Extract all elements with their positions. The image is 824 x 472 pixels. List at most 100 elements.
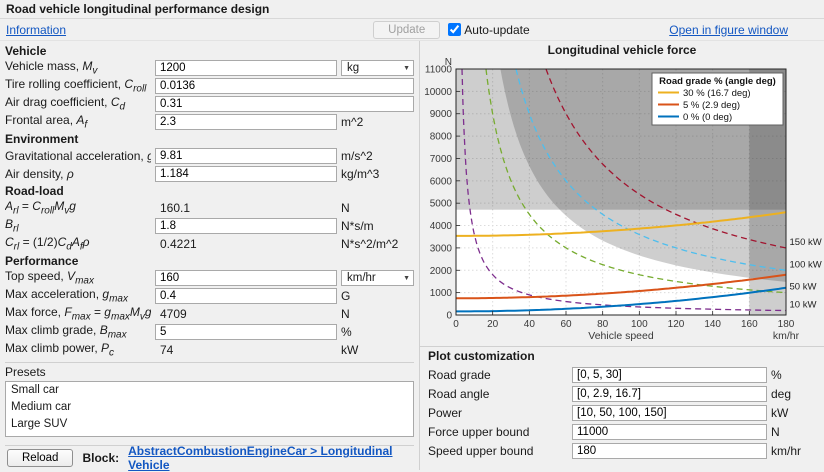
chart-title: Longitudinal vehicle force	[420, 41, 824, 58]
svg-text:8000: 8000	[430, 132, 453, 143]
label-b-rl: Brl	[5, 217, 151, 234]
value-a-rl: 160.1	[155, 201, 337, 215]
svg-text:0: 0	[446, 311, 452, 322]
svg-text:60: 60	[560, 319, 572, 330]
plot-customization-title: Plot customization	[420, 347, 824, 365]
input-power[interactable]	[572, 405, 767, 421]
unit-speed-upper-bound: km/hr	[771, 444, 824, 458]
svg-text:0 % (0 deg): 0 % (0 deg)	[683, 112, 732, 123]
form-row-tire-rolling-coefficient: Tire rolling coefficient, Croll	[5, 77, 414, 95]
dropdown-top-speed[interactable]: km/hr▼	[341, 270, 414, 286]
label-road-angle: Road angle	[428, 387, 568, 401]
update-button[interactable]: Update	[373, 21, 440, 39]
svg-text:6000: 6000	[430, 176, 453, 187]
unit-force-upper-bound: N	[771, 425, 824, 439]
label-frontal-area: Frontal area, Af	[5, 113, 151, 130]
svg-text:120: 120	[668, 319, 685, 330]
reload-button[interactable]: Reload	[7, 449, 73, 467]
svg-text:7000: 7000	[430, 154, 453, 165]
plot-panel: Longitudinal vehicle force 0204060801001…	[420, 41, 824, 470]
unit-road-angle: deg	[771, 387, 824, 401]
svg-text:2000: 2000	[430, 266, 453, 277]
input-speed-upper-bound[interactable]	[572, 443, 767, 459]
input-frontal-area[interactable]	[155, 114, 337, 130]
svg-text:40: 40	[524, 319, 536, 330]
preset-item-0[interactable]: Small car	[6, 382, 413, 399]
input-tire-rolling-coefficient[interactable]	[155, 78, 414, 94]
input-force-upper-bound[interactable]	[572, 424, 767, 440]
form-row-max-force: Max force, Fmax = gmaxMvg4709N	[5, 305, 414, 323]
input-vehicle-mass[interactable]	[155, 60, 337, 76]
form-row-air-drag-coefficient: Air drag coefficient, Cd	[5, 95, 414, 113]
preset-item-1[interactable]: Medium car	[6, 399, 413, 416]
form-row-a-rl: Arl = CrollMvg160.1N	[5, 199, 414, 217]
form-row-b-rl: Brl N*s/m	[5, 217, 414, 235]
svg-text:180: 180	[778, 319, 795, 330]
form-row-frontal-area: Frontal area, Af m^2	[5, 113, 414, 131]
label-top-speed: Top speed, Vmax	[5, 269, 151, 286]
block-label: Block:	[82, 451, 119, 465]
input-max-climb-grade[interactable]	[155, 324, 337, 340]
input-max-acceleration[interactable]	[155, 288, 337, 304]
dropdown-vehicle-mass[interactable]: kg▼	[341, 60, 414, 76]
pc-row-road-angle: Road angle deg	[420, 384, 824, 403]
section-performance: Performance	[5, 253, 414, 269]
label-max-force: Max force, Fmax = gmaxMvg	[5, 305, 151, 322]
chevron-down-icon: ▼	[403, 275, 410, 282]
auto-update-checkbox[interactable]	[448, 23, 461, 36]
preset-item-2[interactable]: Large SUV	[6, 416, 413, 433]
input-road-angle[interactable]	[572, 386, 767, 402]
unit-c-rl: N*s^2/m^2	[341, 237, 414, 251]
svg-text:30 % (16.7 deg): 30 % (16.7 deg)	[683, 88, 751, 99]
svg-text:140: 140	[704, 319, 721, 330]
input-b-rl[interactable]	[155, 218, 337, 234]
svg-text:10 kW: 10 kW	[790, 300, 817, 311]
input-air-drag-coefficient[interactable]	[155, 96, 414, 112]
input-road-grade[interactable]	[572, 367, 767, 383]
information-link[interactable]: Information	[6, 23, 66, 37]
form-row-c-rl: Crl = (1/2)CdAfρ0.4221N*s^2/m^2	[5, 235, 414, 253]
svg-text:4000: 4000	[430, 221, 453, 232]
form-row-vehicle-mass: Vehicle mass, Mvkg▼	[5, 59, 414, 77]
svg-text:1000: 1000	[430, 288, 453, 299]
open-figure-link[interactable]: Open in figure window	[669, 23, 788, 37]
svg-text:Road grade % (angle deg): Road grade % (angle deg)	[659, 76, 776, 87]
pc-row-force-upper-bound: Force upper boundN	[420, 422, 824, 441]
unit-frontal-area: m^2	[341, 115, 414, 129]
plot-customization-section: Plot customization Road grade%Road angle…	[420, 346, 824, 470]
section-road-load: Road-load	[5, 183, 414, 199]
presets-label: Presets	[5, 365, 414, 379]
unit-b-rl: N*s/m	[341, 219, 414, 233]
parameter-form: VehicleVehicle mass, Mvkg▼Tire rolling c…	[5, 43, 414, 359]
svg-text:150 kW: 150 kW	[790, 237, 822, 248]
label-road-grade: Road grade	[428, 368, 568, 382]
presets-list[interactable]: Small carMedium carLarge SUV	[5, 381, 414, 437]
form-row-max-acceleration: Max acceleration, gmaxG	[5, 287, 414, 305]
svg-text:0: 0	[453, 319, 459, 330]
svg-text:50 kW: 50 kW	[790, 282, 817, 293]
unit-max-climb-power: kW	[341, 343, 414, 357]
svg-text:5000: 5000	[430, 199, 453, 210]
form-row-max-climb-grade: Max climb grade, Bmax%	[5, 323, 414, 341]
block-link[interactable]: AbstractCombustionEngineCar > Longitudin…	[128, 444, 412, 472]
label-tire-rolling-coefficient: Tire rolling coefficient, Croll	[5, 77, 151, 94]
svg-text:100: 100	[631, 319, 648, 330]
input-gravitational-acceleration[interactable]	[155, 148, 337, 164]
svg-text:80: 80	[597, 319, 609, 330]
unit-air-density: kg/m^3	[341, 167, 414, 181]
form-row-air-density: Air density, ρkg/m^3	[5, 165, 414, 183]
input-top-speed[interactable]	[155, 270, 337, 286]
unit-power: kW	[771, 406, 824, 420]
auto-update-label: Auto-update	[464, 23, 529, 37]
main-area: VehicleVehicle mass, Mvkg▼Tire rolling c…	[0, 41, 824, 470]
input-air-density[interactable]	[155, 166, 337, 182]
label-power: Power	[428, 406, 568, 420]
svg-text:10000: 10000	[424, 87, 452, 98]
svg-text:9000: 9000	[430, 109, 453, 120]
chevron-down-icon: ▼	[403, 65, 410, 72]
label-speed-upper-bound: Speed upper bound	[428, 444, 568, 458]
svg-text:3000: 3000	[430, 243, 453, 254]
value-max-climb-power: 74	[155, 343, 337, 357]
toolbar: Information Update Auto-update Open in f…	[0, 19, 824, 41]
unit-max-force: N	[341, 307, 414, 321]
